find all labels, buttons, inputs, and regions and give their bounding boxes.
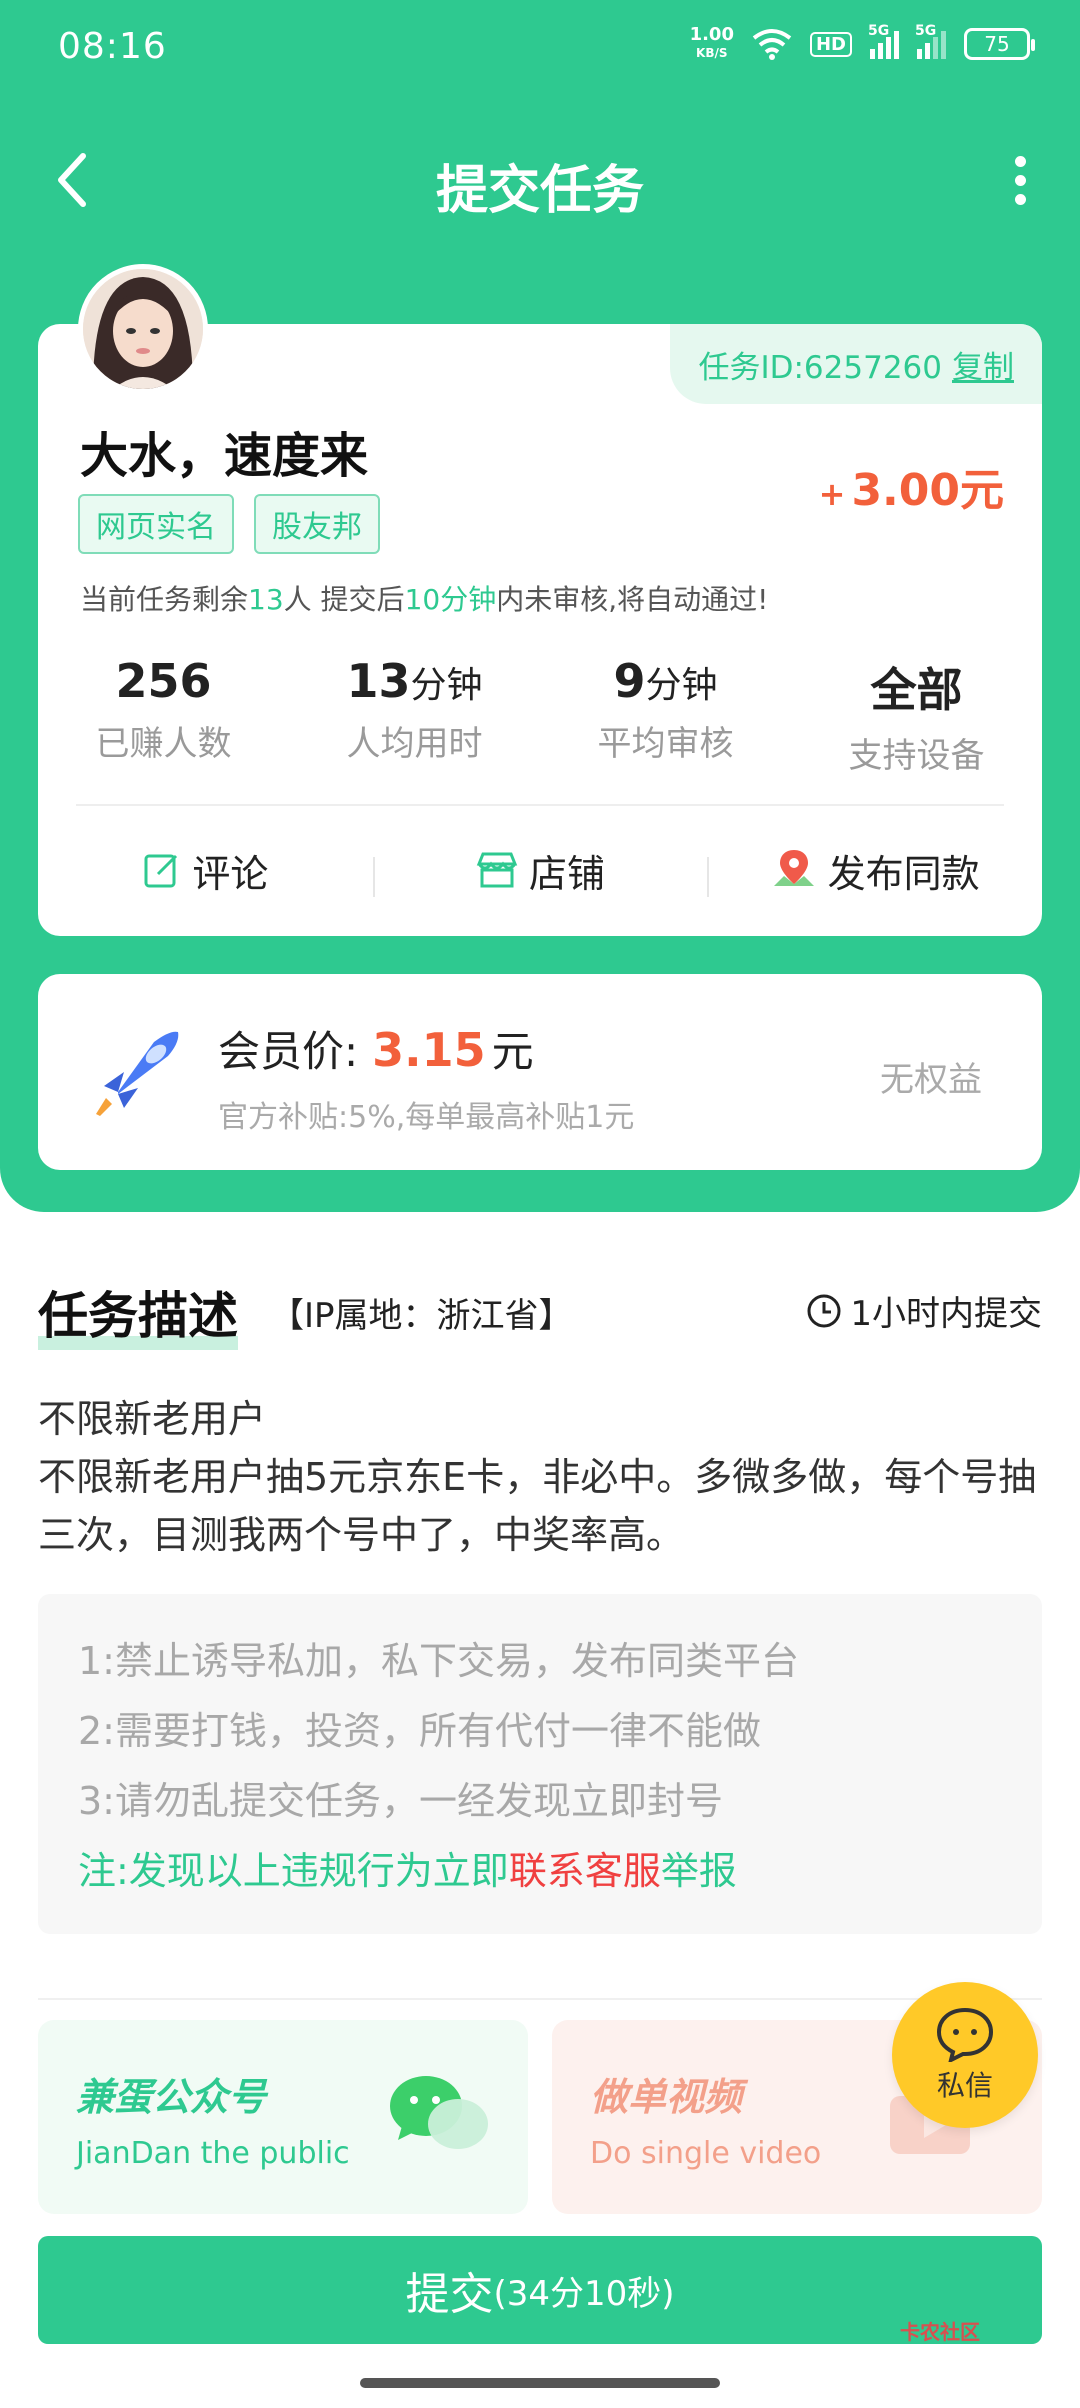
dot xyxy=(1014,193,1026,205)
description-text: 不限新老用户 不限新老用户抽5元京东E卡，非必中。多微多做，每个号抽三次，目测我… xyxy=(38,1397,1037,1557)
avatar-image xyxy=(83,269,203,389)
publish-same-button[interactable]: 发布同款 xyxy=(707,843,1042,898)
rule-item: 2:需要打钱，投资，所有代付一律不能做 xyxy=(78,1709,761,1753)
status-bar: 08:16 1.00 KB/S HD 5G 5G 75 xyxy=(0,0,1080,96)
contact-support-link[interactable]: 联系客服 xyxy=(509,1849,661,1893)
member-status: 无权益 xyxy=(880,1060,982,1100)
member-subsidy: 官方补贴:5%,每单最高补贴1元 xyxy=(218,1100,635,1135)
home-indicator[interactable] xyxy=(360,2378,720,2388)
nav-bar: 提交任务 xyxy=(0,130,1080,230)
shop-icon xyxy=(476,852,518,888)
rule-item: 1:禁止诱导私加，私下交易，发布同类平台 xyxy=(78,1639,799,1683)
clock-icon xyxy=(807,1294,841,1327)
task-id: 任务ID:6257260 xyxy=(698,349,942,386)
status-icons: 1.00 KB/S HD 5G 5G 75 xyxy=(689,23,1035,62)
chat-icon xyxy=(936,2007,994,2062)
copy-button[interactable]: 复制 xyxy=(952,342,1014,387)
rules-box: 1:禁止诱导私加，私下交易，发布同类平台 2:需要打钱，投资，所有代付一律不能做… xyxy=(38,1594,1042,1934)
stat-avg-time: 13分钟 人均用时 xyxy=(346,654,483,764)
ip-location: 【IP属地：浙江省】 xyxy=(270,1296,573,1336)
description-header: 任务描述 【IP属地：浙江省】 1小时内提交 xyxy=(38,1276,1042,1350)
battery-icon: 75 xyxy=(964,28,1035,60)
task-actions: 评论 店铺 发布同款 xyxy=(38,824,1042,916)
avatar[interactable] xyxy=(78,264,208,394)
map-pin-icon xyxy=(773,850,814,886)
more-button[interactable] xyxy=(990,150,1050,210)
signal-icon: 5G xyxy=(915,23,946,59)
wifi-icon xyxy=(752,29,792,60)
stat-devices: 全部 支持设备 xyxy=(848,663,985,776)
dot xyxy=(1014,155,1026,167)
page-title: 提交任务 xyxy=(435,161,644,221)
rule-item: 3:请勿乱提交任务，一经发现立即封号 xyxy=(78,1779,723,1823)
task-id-badge: 任务ID:6257260 复制 xyxy=(670,324,1042,404)
edit-icon xyxy=(144,854,178,888)
tag: 股友邦 xyxy=(254,494,380,554)
divider xyxy=(76,804,1004,806)
dot xyxy=(1014,174,1026,186)
private-message-button[interactable]: 私信 xyxy=(892,1982,1038,2128)
tag: 网页实名 xyxy=(78,494,234,554)
watermark: 卡农社区 xyxy=(900,2320,980,2344)
rule-note: 注:发现以上违规行为立即联系客服举报 xyxy=(78,1849,737,1893)
deadline: 1小时内提交 xyxy=(806,1286,1042,1335)
rocket-icon xyxy=(96,1031,179,1116)
comment-button[interactable]: 评论 xyxy=(38,843,373,898)
task-card: 任务ID:6257260 复制 大水，速度来 +3.00元 网页实名 股友邦 当… xyxy=(38,324,1042,936)
shop-button[interactable]: 店铺 xyxy=(372,843,708,898)
wechat-public-card[interactable]: 兼蛋公众号 JianDan the public xyxy=(38,2020,528,2214)
wechat-icon xyxy=(390,2076,488,2149)
section-title: 任务描述 xyxy=(38,1276,238,1350)
stat-avg-review: 9分钟 平均审核 xyxy=(597,654,734,764)
signal-icon: 5G xyxy=(868,23,899,59)
task-stats: 256 已赚人数 13分钟 人均用时 9分钟 平均审核 全部 支持设备 xyxy=(38,654,1042,777)
status-time: 08:16 xyxy=(58,26,167,67)
member-price: 会员价: 3.15 元 xyxy=(218,1023,534,1077)
network-speed: 1.00 KB/S xyxy=(689,24,734,61)
stat-earned: 256 已赚人数 xyxy=(95,654,232,764)
task-reward: +3.00元 xyxy=(818,465,1004,516)
hd-icon: HD xyxy=(809,31,852,57)
task-tags: 网页实名 股友邦 xyxy=(78,494,380,554)
member-price-card[interactable]: 会员价: 3.15 元 官方补贴:5%,每单最高补贴1元 无权益 xyxy=(38,974,1042,1170)
submit-button[interactable]: 提交 (34分10秒) xyxy=(38,2236,1042,2344)
task-notice: 当前任务剩余13人 提交后10分钟内未审核,将自动通过! xyxy=(80,583,769,616)
task-name: 大水，速度来 xyxy=(80,428,369,484)
divider xyxy=(38,1998,1042,2000)
